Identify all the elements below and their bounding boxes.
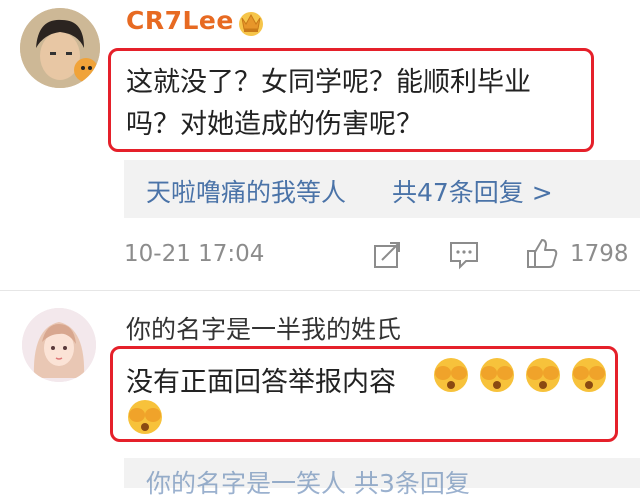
replies-preview[interactable]: 你的名字是一笑人 共3条回复 bbox=[124, 458, 640, 498]
reply-preview-text[interactable]: 你的名字是一笑人 共3条回复 bbox=[146, 464, 470, 500]
covering-eyes-emoji bbox=[526, 358, 560, 392]
thumbs-up-icon[interactable] bbox=[525, 237, 559, 271]
username[interactable]: CR7Lee bbox=[126, 6, 234, 35]
like-count: 1798 bbox=[570, 241, 629, 267]
reply-users: 天啦噜痛的我等人 bbox=[146, 178, 347, 207]
covering-eyes-emoji bbox=[128, 400, 162, 434]
reply-count-link[interactable]: 共47条回复 > bbox=[392, 173, 553, 209]
comment-text-line: 没有正面回答举报内容 bbox=[126, 367, 396, 398]
avatar-image bbox=[22, 308, 96, 382]
share-icon[interactable] bbox=[372, 240, 402, 270]
divider bbox=[0, 290, 640, 291]
avatar[interactable] bbox=[20, 8, 100, 88]
comment-text-line: 这就没了？女同学呢？能顺利毕业 bbox=[126, 67, 531, 98]
covering-eyes-emoji bbox=[572, 358, 606, 392]
replies-preview[interactable]: 天啦噜痛的我等人 共47条回复 > bbox=[124, 160, 640, 218]
comment-icon[interactable] bbox=[448, 240, 480, 270]
covering-eyes-emoji bbox=[434, 358, 468, 392]
crown-badge-icon bbox=[239, 12, 263, 36]
username[interactable]: 你的名字是一半我的姓氏 bbox=[126, 310, 401, 346]
avatar[interactable] bbox=[22, 308, 96, 382]
comment-text-line: 吗？对她造成的伤害呢？ bbox=[126, 109, 423, 140]
covering-eyes-emoji bbox=[480, 358, 514, 392]
avatar-image bbox=[20, 8, 100, 88]
timestamp: 10-21 17:04 bbox=[124, 241, 265, 267]
